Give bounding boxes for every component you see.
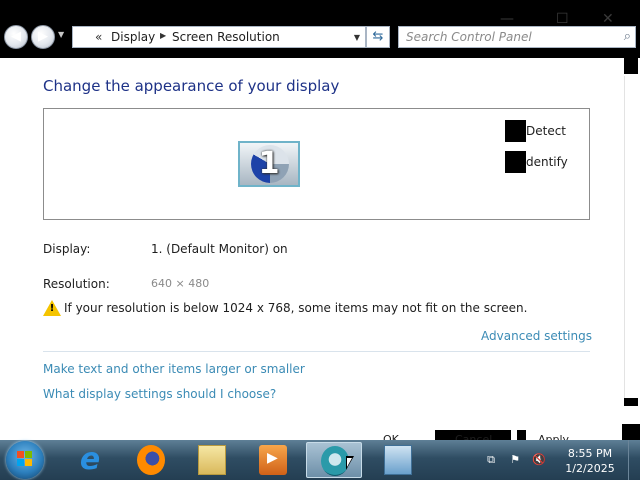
volume-muted-icon[interactable]: 🔇 [532,454,546,466]
breadcrumb-separator-icon[interactable]: ▶ [160,31,166,40]
advanced-settings-link[interactable]: Advanced settings [481,329,592,343]
maximize-button[interactable]: ☐ [556,12,569,26]
scroll-down-button[interactable] [624,398,638,406]
display-label: Display: [43,242,91,256]
search-icon[interactable]: ⌕ [624,29,631,44]
recent-pages-dropdown[interactable]: ▼ [58,30,64,39]
address-dropdown-icon[interactable]: ▼ [354,33,360,42]
display-select[interactable]: 1. (Default Monitor) on [151,242,288,256]
detect-button-redacted [505,120,526,142]
monitor-number: 1 [258,146,280,181]
taskbar-internet-explorer[interactable]: e [62,442,118,478]
text-size-link[interactable]: Make text and other items larger or smal… [43,362,305,376]
mouse-cursor-fill [347,458,352,467]
system-clock[interactable]: 8:55 PM 1/2/2025 [556,446,624,476]
refresh-icon: ⇆ [372,29,384,44]
display-settings-help-link[interactable]: What display settings should I choose? [43,387,276,401]
flag-icon[interactable]: ⚑ [508,454,522,466]
arrow-left-icon: ◀ [11,29,21,44]
page-title: Change the appearance of your display [43,77,340,95]
breadcrumb-display[interactable]: Display [111,30,155,44]
section-divider [43,351,590,352]
folder-icon [198,445,226,475]
search-input[interactable]: Search Control Panel ⌕ [398,26,636,48]
display-preview-area: 1 Detect dentify [43,108,590,220]
cancel-apply-redacted [517,430,526,440]
content-pane: Change the appearance of your display 1 … [0,58,622,420]
internet-explorer-icon: e [79,442,101,477]
resolution-warning-text: If your resolution is below 1024 x 768, … [64,301,528,315]
forward-button[interactable]: ▶ [31,25,55,49]
scroll-up-button[interactable] [624,58,638,74]
firefox-icon [137,445,165,475]
minimize-button[interactable]: — [500,12,514,26]
close-button[interactable]: ✕ [602,12,614,26]
action-center-icon[interactable]: ⧉ [484,454,498,466]
taskbar-firefox[interactable] [123,442,179,478]
resolution-label: Resolution: [43,277,110,291]
start-button[interactable] [6,441,44,479]
control-panel-icon [321,446,349,476]
maximize-icon: ☐ [556,11,569,27]
windows-logo-icon [17,451,33,467]
minimize-icon: — [500,11,514,27]
identify-button[interactable]: dentify [505,151,575,173]
media-player-icon [259,445,287,475]
window-titlebar: ◀ ▶ ▼ — ☐ ✕ « Display ▶ Screen Resolutio… [0,0,640,58]
display-settings-icon [384,445,412,475]
window-corner [622,424,640,440]
identify-label: dentify [526,155,568,169]
breadcrumb-screen-resolution[interactable]: Screen Resolution [172,30,280,44]
clock-time: 8:55 PM [567,447,613,460]
detect-button[interactable]: Detect [505,120,575,142]
taskbar-screen-resolution[interactable] [370,442,426,478]
arrow-right-icon: ▶ [38,29,48,44]
warning-exclamation: ! [49,303,55,314]
taskbar-file-explorer[interactable] [184,442,240,478]
close-icon: ✕ [602,11,614,27]
identify-button-redacted [505,151,526,173]
overflow-crumbs-icon[interactable]: « [95,30,102,44]
resolution-select[interactable]: 640 × 480 [151,277,209,290]
taskbar-media-player[interactable] [245,442,301,478]
clock-date: 1/2/2025 [565,462,615,475]
back-button[interactable]: ◀ [4,25,28,49]
search-placeholder: Search Control Panel [406,30,532,44]
address-bar[interactable]: « Display ▶ Screen Resolution ▼ [72,26,366,48]
detect-label: Detect [526,124,567,138]
show-desktop-button[interactable] [628,440,640,480]
scrollbar-thumb[interactable] [624,76,639,398]
monitor-1-icon[interactable]: 1 [238,141,300,187]
refresh-button[interactable]: ⇆ [366,26,390,48]
